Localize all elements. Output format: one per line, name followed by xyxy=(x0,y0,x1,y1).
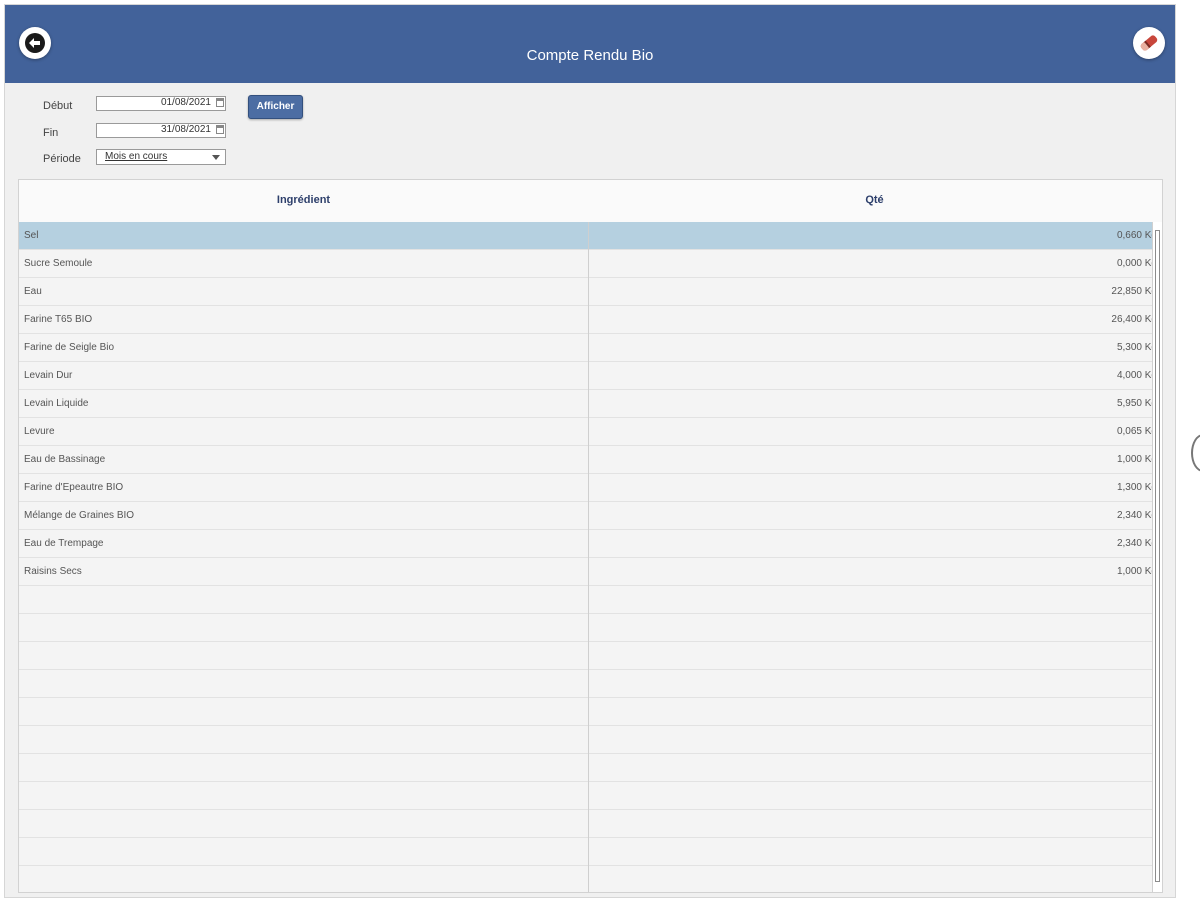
ingredient-qty: 0,065 Kg xyxy=(1116,426,1157,437)
ingredient-name: Eau de Bassinage xyxy=(24,454,106,465)
ingredient-qty: 1,300 Kg xyxy=(1116,482,1157,493)
ingredient-name: Farine de Seigle Bio xyxy=(24,342,115,353)
ingredient-qty: 5,300 Kg xyxy=(1116,342,1157,353)
ingredient-qty: 5,950 Kg xyxy=(1116,398,1157,409)
table-row[interactable]: Levain Dur 4,000 Kg xyxy=(19,362,1160,390)
fin-date-field[interactable]: 31/08/2021 xyxy=(96,123,226,138)
periode-select-value: Mois en cours xyxy=(105,151,168,162)
ingredient-qty: 4,000 Kg xyxy=(1116,370,1157,381)
empty-row xyxy=(19,670,1160,698)
ingredient-name: Raisins Secs xyxy=(24,566,82,577)
table-row[interactable]: Levain Liquide 5,950 Kg xyxy=(19,390,1160,418)
empty-row xyxy=(19,782,1160,810)
empty-row xyxy=(19,866,1160,892)
page-title: Compte Rendu Bio xyxy=(526,47,654,64)
table-row[interactable]: Eau 22,850 Kg xyxy=(19,278,1160,306)
ingredient-name: Mélange de Graines BIO xyxy=(24,510,135,521)
ingredient-qty: 22,850 Kg xyxy=(1111,286,1157,297)
ingredient-name: Levain Dur xyxy=(24,370,73,381)
ingredient-name: Eau de Trempage xyxy=(24,538,104,549)
ingredient-name: Sucre Semoule xyxy=(24,258,93,269)
eraser-icon xyxy=(1140,35,1158,51)
table-body: Sel 0,660 Kg Sucre Semoule 0,000 Kg Eau 22,85… xyxy=(19,222,1160,892)
ingredient-qty: 1,000 Kg xyxy=(1116,454,1157,465)
ingredient-qty: 2,340 Kg xyxy=(1116,538,1157,549)
ingredient-name: Eau xyxy=(24,286,42,297)
ingredient-qty: 0,000 Kg xyxy=(1116,258,1157,269)
ingredient-name: Levain Liquide xyxy=(24,398,89,409)
table-row[interactable]: Farine de Seigle Bio 5,300 Kg xyxy=(19,334,1160,362)
column-divider xyxy=(588,222,589,892)
ingredient-qty: 26,400 Kg xyxy=(1111,314,1157,325)
periode-select[interactable]: Mois en cours xyxy=(96,149,226,165)
debut-label: Début xyxy=(43,100,73,112)
empty-row xyxy=(19,726,1160,754)
ingredient-name: Levure xyxy=(24,426,55,437)
table-row[interactable]: Sel 0,660 Kg xyxy=(19,222,1160,250)
periode-label: Période xyxy=(43,153,81,165)
debut-date-field[interactable]: 01/08/2021 xyxy=(96,96,226,111)
ingredient-name: Farine d'Epeautre BIO xyxy=(24,482,124,493)
empty-row xyxy=(19,642,1160,670)
table-row[interactable]: Farine T65 BIO 26,400 Kg xyxy=(19,306,1160,334)
header-bar: Compte Rendu Bio xyxy=(5,5,1175,83)
table-row[interactable]: Eau de Trempage 2,340 Kg xyxy=(19,530,1160,558)
empty-row xyxy=(19,810,1160,838)
scrollbar-thumb[interactable] xyxy=(1155,230,1160,882)
table-row[interactable]: Farine d'Epeautre BIO 1,300 Kg xyxy=(19,474,1160,502)
calendar-icon[interactable] xyxy=(216,125,224,134)
chevron-down-icon xyxy=(212,155,220,160)
table-header: Ingrédient Qté xyxy=(19,180,1162,223)
afficher-button[interactable]: Afficher xyxy=(248,95,303,119)
table-row[interactable]: Mélange de Graines BIO 2,340 Kg xyxy=(19,502,1160,530)
calendar-icon[interactable] xyxy=(216,98,224,107)
app-window: Compte Rendu Bio Début 01/08/2021 Fin 31… xyxy=(4,4,1176,898)
ingredient-qty: 0,660 Kg xyxy=(1116,230,1157,241)
table-row[interactable]: Raisins Secs 1,000 Kg xyxy=(19,558,1160,586)
table-row[interactable]: Sucre Semoule 0,000 Kg xyxy=(19,250,1160,278)
vertical-scrollbar[interactable] xyxy=(1152,222,1162,892)
column-header-ingredient[interactable]: Ingrédient xyxy=(19,194,588,206)
column-header-qty[interactable]: Qté xyxy=(589,194,1160,206)
table-row[interactable]: Eau de Bassinage 1,000 Kg xyxy=(19,446,1160,474)
empty-row xyxy=(19,754,1160,782)
empty-row xyxy=(19,838,1160,866)
ingredient-qty: 2,340 Kg xyxy=(1116,510,1157,521)
empty-row xyxy=(19,698,1160,726)
table-row[interactable]: Levure 0,065 Kg xyxy=(19,418,1160,446)
partial-circle-icon xyxy=(1191,434,1200,472)
ingredient-name: Farine T65 BIO xyxy=(24,314,93,325)
empty-row xyxy=(19,586,1160,614)
ingredients-table: Ingrédient Qté Sel 0,660 Kg Sucre Semoule 0… xyxy=(18,179,1163,893)
fin-label: Fin xyxy=(43,127,59,139)
ingredient-name: Sel xyxy=(24,230,39,241)
empty-row xyxy=(19,614,1160,642)
ingredient-qty: 1,000 Kg xyxy=(1116,566,1157,577)
eraser-button[interactable] xyxy=(1133,27,1165,59)
